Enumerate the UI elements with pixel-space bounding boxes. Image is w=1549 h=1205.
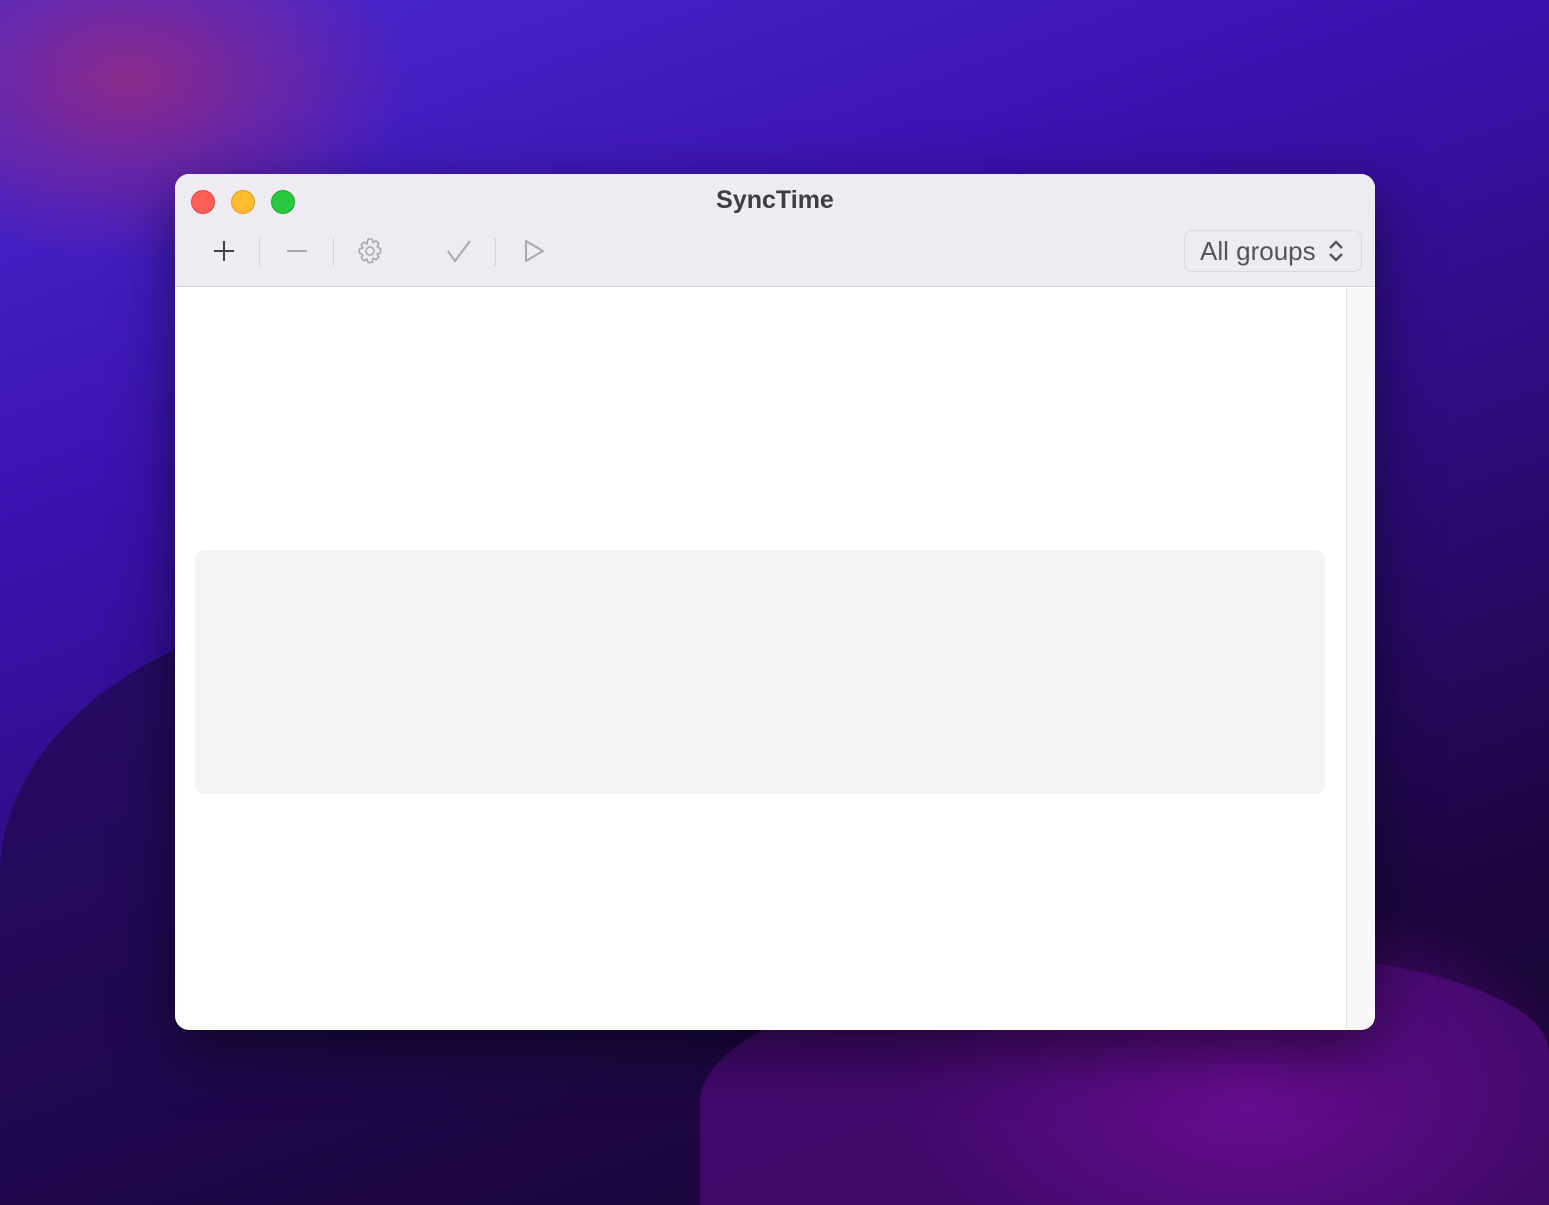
empty-placeholder-card <box>195 550 1325 794</box>
gear-icon <box>358 238 382 264</box>
group-picker[interactable]: All groups <box>1184 230 1362 272</box>
minus-icon <box>287 250 307 252</box>
remove-button[interactable] <box>277 234 317 268</box>
divider <box>259 238 260 266</box>
scrollbar-track[interactable] <box>1346 288 1375 1030</box>
play-icon <box>525 240 544 262</box>
run-button[interactable] <box>514 234 554 268</box>
titlebar: SyncTime All groups <box>175 174 1375 287</box>
settings-button[interactable] <box>350 234 390 268</box>
app-window: SyncTime All groups <box>175 174 1375 1030</box>
add-button[interactable] <box>204 234 244 268</box>
group-picker-label: All groups <box>1200 235 1316 266</box>
chevron-up-down-icon <box>1328 240 1343 262</box>
divider <box>495 238 496 266</box>
check-button[interactable] <box>439 234 479 268</box>
window-title: SyncTime <box>716 186 834 214</box>
divider <box>333 238 334 266</box>
plus-icon <box>214 241 234 261</box>
content-area <box>175 288 1375 1030</box>
checkmark-icon <box>447 240 471 263</box>
